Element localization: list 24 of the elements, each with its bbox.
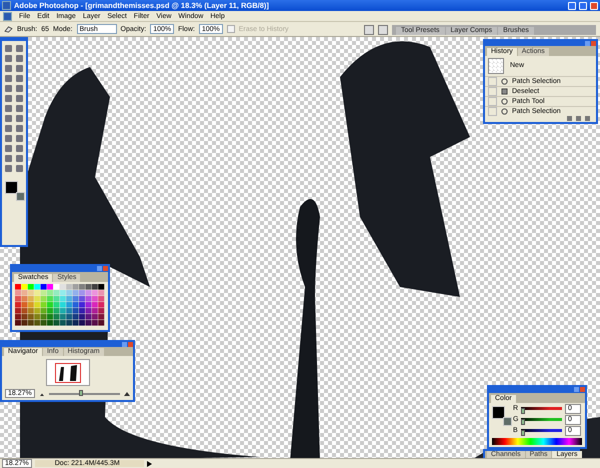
patch-icon <box>501 78 508 85</box>
slider-thumb[interactable] <box>521 419 526 425</box>
slider-thumb[interactable] <box>520 430 525 436</box>
close-icon[interactable] <box>590 2 598 10</box>
eraser-icon[interactable] <box>4 26 13 32</box>
zoom-in-icon[interactable] <box>124 392 130 396</box>
document-icon[interactable] <box>3 12 12 20</box>
foreground-color[interactable] <box>492 406 505 419</box>
navigator-preview[interactable] <box>46 359 90 386</box>
color-ramp[interactable] <box>492 438 582 445</box>
swatch-grid-drawing[interactable] <box>15 284 105 326</box>
zoom-out-icon[interactable] <box>39 392 45 396</box>
restore-icon[interactable] <box>579 2 587 10</box>
minimize-icon[interactable] <box>568 2 576 10</box>
zoom-slider[interactable] <box>79 390 84 396</box>
play-icon[interactable] <box>146 460 152 466</box>
foreground-color[interactable] <box>5 181 18 194</box>
selection-icon <box>501 88 508 95</box>
background-color[interactable] <box>503 417 512 426</box>
snapshot-thumbnail[interactable] <box>488 58 504 74</box>
slider-thumb[interactable] <box>521 408 526 414</box>
background-color[interactable] <box>16 192 25 201</box>
sculpture-thumbnail <box>54 362 80 382</box>
app-icon <box>2 1 11 10</box>
